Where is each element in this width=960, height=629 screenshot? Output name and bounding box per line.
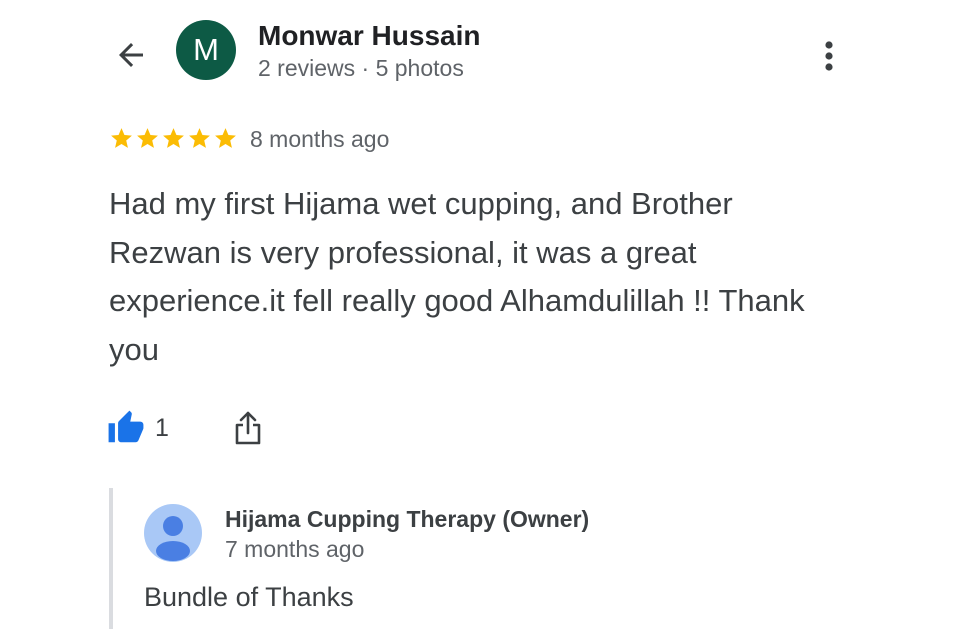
like-count: 1 bbox=[155, 413, 169, 442]
author-name[interactable]: Monwar Hussain bbox=[258, 20, 480, 52]
arrow-back-icon bbox=[119, 43, 143, 67]
owner-avatar bbox=[144, 504, 202, 562]
star-icon bbox=[111, 128, 132, 148]
author-initial: M bbox=[193, 32, 219, 67]
review-text: Had my first Hijama wet cupping, and Bro… bbox=[109, 186, 805, 367]
star-icon bbox=[189, 128, 210, 148]
star-icon bbox=[137, 128, 158, 148]
like-button[interactable]: 1 bbox=[107, 408, 169, 448]
more-options-button[interactable] bbox=[812, 34, 846, 78]
back-button[interactable] bbox=[108, 32, 154, 78]
owner-reply-time: 7 months ago bbox=[225, 536, 365, 562]
star-rating bbox=[109, 126, 238, 151]
author-avatar[interactable]: M bbox=[176, 20, 236, 80]
share-button[interactable] bbox=[228, 408, 268, 448]
author-meta: 2 reviews · 5 photos bbox=[258, 55, 464, 81]
owner-name: Hijama Cupping Therapy (Owner) bbox=[225, 506, 590, 532]
share-icon bbox=[235, 411, 261, 445]
person-icon bbox=[156, 516, 190, 561]
reply-divider bbox=[109, 488, 113, 629]
thumb-up-icon bbox=[108, 410, 144, 443]
owner-reply-text: Bundle of Thanks bbox=[144, 582, 354, 612]
star-icon bbox=[215, 128, 236, 148]
review-time: 8 months ago bbox=[250, 126, 390, 152]
star-icon bbox=[163, 128, 184, 148]
more-vert-icon bbox=[825, 41, 833, 71]
